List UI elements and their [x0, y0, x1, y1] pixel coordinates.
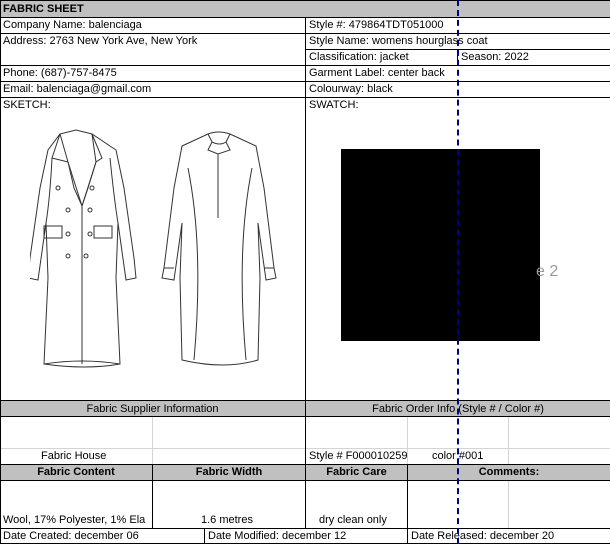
colourway: Colourway: black	[309, 83, 393, 95]
fabric-width-value: 1.6 metres	[201, 514, 253, 526]
coat-sketch	[30, 129, 277, 368]
company-name: Company Name: balenciaga	[3, 19, 142, 31]
season: Season: 2022	[461, 51, 529, 63]
date-released: Date Released: december 20	[411, 530, 555, 542]
fabric-width-header: Fabric Width	[195, 466, 263, 478]
classification: Classification: jacket	[309, 51, 409, 63]
fabric-care-value: dry clean only	[319, 514, 387, 526]
fabric-swatch	[341, 149, 540, 341]
email: Email: balenciaga@gmail.com	[3, 83, 152, 95]
coat-front-sketch	[30, 129, 137, 368]
supplier-name: Fabric House	[41, 450, 107, 462]
date-modified: Date Modified: december 12	[208, 530, 347, 542]
coat-back-sketch	[161, 131, 277, 366]
comments-header: Comments:	[478, 466, 540, 478]
page-break-line	[457, 0, 459, 544]
supplier-header: Fabric Supplier Information	[86, 403, 219, 415]
fabric-content-header: Fabric Content	[37, 466, 115, 478]
style-name: Style Name: womens hourglass coat	[309, 35, 488, 47]
order-style: Style # F000010259	[309, 450, 408, 462]
sheet-title: FABRIC SHEET	[3, 3, 84, 15]
fabric-care-header: Fabric Care	[326, 466, 387, 478]
fabric-content-value: Wool, 17% Polyester, 1% Ela	[3, 514, 146, 526]
style-number: Style #: 479864TDT051000	[309, 19, 444, 31]
swatch-label: SWATCH:	[309, 99, 359, 111]
garment-label: Garment Label: center back	[309, 67, 445, 79]
address: Address: 2763 New York Ave, New York	[3, 35, 198, 47]
title-bar	[0, 1, 610, 17]
date-created: Date Created: december 06	[3, 530, 139, 542]
sketch-label: SKETCH:	[3, 99, 51, 111]
phone: Phone: (687)-757-8475	[3, 67, 117, 79]
page-watermark: e 2	[536, 263, 559, 280]
